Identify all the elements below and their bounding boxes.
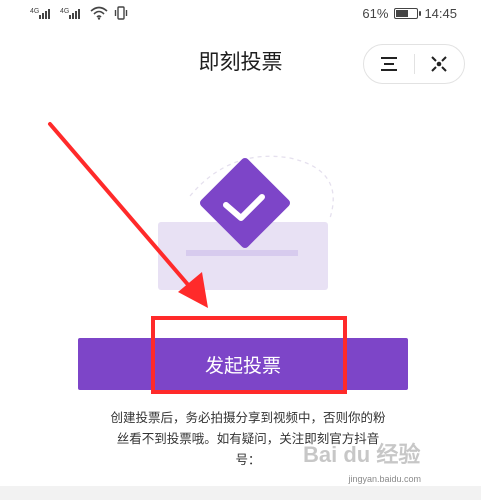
- hamburger-icon: [380, 57, 397, 71]
- watermark-url: jingyan.baidu.com: [348, 474, 421, 484]
- status-right: 61% 14:45: [362, 6, 457, 21]
- menu-button[interactable]: [364, 45, 414, 83]
- battery-fill: [396, 10, 409, 17]
- start-vote-button[interactable]: 发起投票: [78, 338, 408, 390]
- wifi-icon: [90, 6, 108, 20]
- battery-percent: 61%: [362, 6, 389, 21]
- battery-icon: [394, 8, 422, 19]
- status-left: 4G 4G: [30, 6, 128, 20]
- target-close-icon: [431, 56, 447, 72]
- status-bar: 4G 4G 61% 14:45: [0, 0, 481, 32]
- svg-text:4G: 4G: [60, 8, 69, 15]
- signal-icon-2: 4G: [60, 8, 80, 19]
- close-button[interactable]: [415, 45, 465, 83]
- tip-text: 创建投票后，务必拍摄分享到视频中，否则你的粉丝看不到投票哦。如有疑问，关注即刻官…: [110, 410, 386, 467]
- vibrate-icon: [114, 6, 128, 20]
- ballot-illustration: [158, 155, 334, 290]
- capsule-menu: [363, 44, 465, 84]
- signal-icon: 4G: [30, 8, 50, 19]
- ballot-slot: [186, 250, 298, 256]
- svg-text:4G: 4G: [30, 8, 39, 15]
- clock: 14:45: [424, 6, 457, 21]
- bottom-bar: [0, 486, 481, 500]
